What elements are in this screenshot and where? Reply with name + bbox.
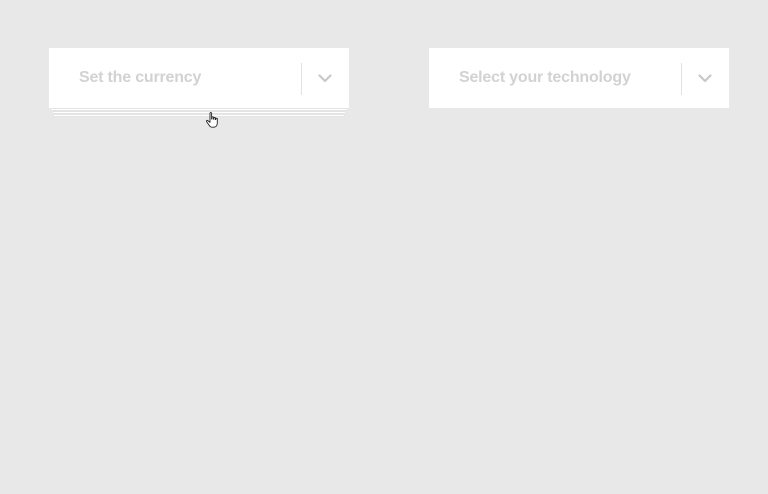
currency-select-placeholder: Set the currency [79, 69, 202, 86]
dropdown-edge [51, 109, 347, 110]
currency-select[interactable]: Set the currency [49, 48, 349, 108]
currency-dropdown-opening[interactable] [51, 108, 347, 118]
page-canvas: Set the currency Select your technology [0, 0, 768, 494]
technology-select-divider [681, 63, 682, 95]
currency-select-divider [301, 63, 302, 95]
dropdown-edge [53, 112, 345, 113]
chevron-down-icon[interactable] [694, 70, 716, 86]
dropdown-edge [54, 115, 344, 116]
technology-select-placeholder: Select your technology [459, 69, 631, 86]
technology-select[interactable]: Select your technology [429, 48, 729, 108]
chevron-down-icon[interactable] [314, 70, 336, 86]
